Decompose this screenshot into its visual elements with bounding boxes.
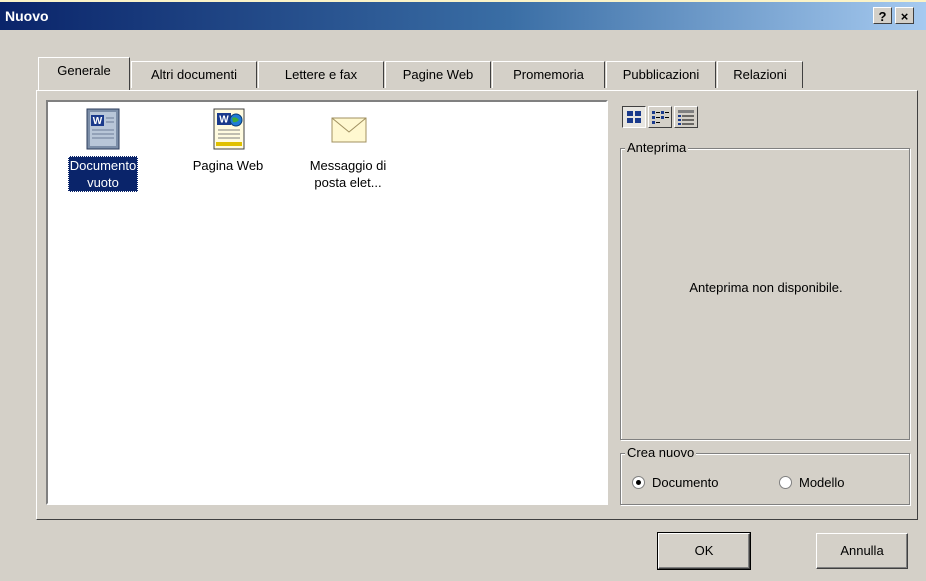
preview-group-title: Anteprima — [625, 140, 689, 155]
new-dialog: Nuovo ? × Generale Altri documenti Lette… — [0, 2, 926, 581]
radio-documento-label: Documento — [652, 475, 719, 490]
tab-altri-documenti[interactable]: Altri documenti — [131, 61, 257, 88]
template-label-line1: Documento — [69, 158, 137, 173]
details-view-icon — [678, 110, 694, 125]
radio-modello[interactable]: Modello — [779, 475, 845, 490]
radio-documento[interactable]: Documento — [632, 475, 718, 490]
tab-lettere-e-fax[interactable]: Lettere e fax — [258, 61, 384, 88]
tab-pagine-web[interactable]: Pagine Web — [385, 61, 491, 88]
ok-button[interactable]: OK — [657, 532, 751, 570]
cancel-button[interactable]: Annulla — [816, 533, 908, 569]
template-label-line1: Messaggio di — [309, 158, 387, 173]
template-item-documento-vuoto[interactable]: W Documento vuoto — [53, 106, 153, 192]
create-new-group-title: Crea nuovo — [625, 445, 697, 460]
word-document-icon: W — [81, 106, 125, 152]
radio-modello-label: Modello — [799, 475, 845, 490]
tab-promemoria[interactable]: Promemoria — [492, 61, 605, 88]
title-bar[interactable]: Nuovo ? × — [0, 2, 926, 30]
template-item-pagina-web[interactable]: W Pagina Web — [178, 106, 278, 175]
large-icons-view-button[interactable] — [622, 106, 646, 128]
template-label-line1: Pagina Web — [192, 158, 264, 173]
tab-relazioni[interactable]: Relazioni — [717, 61, 803, 88]
details-view-button[interactable] — [674, 106, 698, 128]
svg-text:W: W — [93, 116, 103, 127]
svg-text:W: W — [219, 115, 229, 126]
help-button[interactable]: ? — [873, 7, 892, 24]
template-label-line2: vuoto — [87, 175, 119, 190]
radio-documento-indicator[interactable] — [632, 476, 645, 489]
preview-message: Anteprima non disponibile. — [689, 280, 843, 295]
envelope-icon — [326, 106, 370, 152]
word-web-page-icon: W — [206, 106, 250, 152]
radio-modello-indicator[interactable] — [779, 476, 792, 489]
list-view-button[interactable] — [648, 106, 672, 128]
close-button[interactable]: × — [895, 7, 914, 24]
list-view-icon — [652, 111, 669, 124]
tab-generale[interactable]: Generale — [38, 57, 130, 90]
preview-group: Anteprima Anteprima non disponibile. — [620, 140, 910, 440]
window-title: Nuovo — [5, 8, 49, 24]
large-icons-view-icon — [627, 111, 641, 123]
template-list[interactable]: W Documento vuoto W Pagina Web Messaggio… — [46, 100, 608, 505]
template-item-messaggio[interactable]: Messaggio di posta elet... — [298, 106, 398, 192]
template-label-line2: posta elet... — [314, 175, 382, 190]
tab-pubblicazioni[interactable]: Pubblicazioni — [606, 61, 716, 88]
